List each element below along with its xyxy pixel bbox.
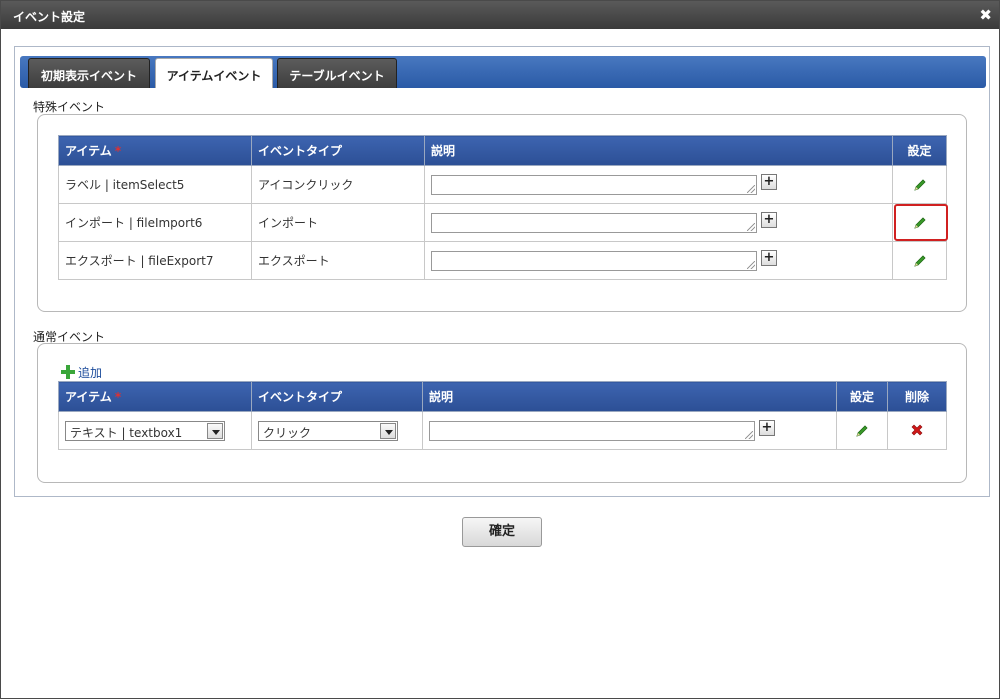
table-row: ラベル | itemSelect5 アイコンクリック + xyxy=(58,165,947,204)
chevron-down-icon[interactable] xyxy=(380,422,396,439)
pencil-edit-icon[interactable] xyxy=(912,253,928,269)
event-type-select[interactable]: クリック xyxy=(258,420,398,441)
resize-grip-icon[interactable] xyxy=(747,260,755,269)
header-item: アイテム * xyxy=(58,381,252,412)
settings-cell xyxy=(892,165,947,204)
settings-cell xyxy=(892,241,947,280)
description-cell: + xyxy=(422,411,837,450)
settings-cell xyxy=(836,411,888,450)
close-icon[interactable]: ✖ xyxy=(979,6,992,24)
description-textarea[interactable] xyxy=(431,250,757,271)
event-type-cell: クリック xyxy=(251,411,423,450)
header-settings: 設定 xyxy=(836,381,888,412)
settings-highlight-box xyxy=(894,204,948,241)
tab-table-event[interactable]: テーブルイベント xyxy=(277,58,397,88)
delete-cell xyxy=(887,411,947,450)
header-event-type: イベントタイプ xyxy=(251,135,425,166)
header-event-type: イベントタイプ xyxy=(251,381,423,412)
expand-plus-button[interactable]: + xyxy=(761,211,777,228)
description-cell: + xyxy=(424,203,893,242)
header-delete: 削除 xyxy=(887,381,947,412)
add-event-link[interactable]: 追加 xyxy=(61,364,102,381)
tab-bar: 初期表示イベント アイテムイベント テーブルイベント xyxy=(20,56,986,88)
description-textarea[interactable] xyxy=(429,420,755,441)
chevron-down-icon[interactable] xyxy=(207,422,223,439)
event-type-cell: インポート xyxy=(251,203,425,242)
expand-plus-button[interactable]: + xyxy=(761,173,777,190)
special-events-table: アイテム * イベントタイプ 説明 設定 ラベル | itemSelect5 アイ… xyxy=(58,135,947,280)
description-cell: + xyxy=(424,165,893,204)
header-description: 説明 xyxy=(424,135,893,166)
special-events-header-row: アイテム * イベントタイプ 説明 設定 xyxy=(58,135,947,166)
confirm-button[interactable]: 確定 xyxy=(462,517,542,547)
normal-events-header-row: アイテム * イベントタイプ 説明 設定 削除 xyxy=(58,381,947,412)
table-row: テキスト | textbox1 クリック + xyxy=(58,411,947,450)
tab-panel: 初期表示イベント アイテムイベント テーブルイベント 特殊イベント アイテム * … xyxy=(14,46,990,497)
item-cell: ラベル | itemSelect5 xyxy=(58,165,252,204)
event-type-cell: エクスポート xyxy=(251,241,425,280)
header-description: 説明 xyxy=(422,381,837,412)
normal-events-table: アイテム* イベントタイプ 説明 設定 削除 テキスト | textbox1 xyxy=(58,381,947,450)
resize-grip-icon[interactable] xyxy=(747,222,755,231)
event-type-cell: アイコンクリック xyxy=(251,165,425,204)
header-settings: 設定 xyxy=(892,135,947,166)
header-item: アイテム * xyxy=(58,135,252,166)
dialog-title: イベント設定 xyxy=(13,10,86,24)
description-textarea[interactable] xyxy=(431,174,757,195)
item-cell: テキスト | textbox1 xyxy=(58,411,252,450)
description-textarea[interactable] xyxy=(431,212,757,233)
resize-grip-icon[interactable] xyxy=(747,184,755,193)
expand-plus-button[interactable]: + xyxy=(761,249,777,266)
tab-item-event[interactable]: アイテムイベント xyxy=(155,58,273,88)
add-plus-icon xyxy=(61,365,75,379)
table-row: インポート | fileImport6 インポート + xyxy=(58,203,947,242)
description-cell: + xyxy=(424,241,893,280)
pencil-edit-icon[interactable] xyxy=(912,177,928,193)
item-cell: エクスポート | fileExport7 xyxy=(58,241,252,280)
pencil-edit-icon[interactable] xyxy=(854,423,870,439)
item-select[interactable]: テキスト | textbox1 xyxy=(65,420,225,441)
table-row: エクスポート | fileExport7 エクスポート + xyxy=(58,241,947,280)
item-cell: インポート | fileImport6 xyxy=(58,203,252,242)
dialog-titlebar: イベント設定 ✖ xyxy=(1,1,999,29)
resize-grip-icon[interactable] xyxy=(745,430,753,439)
expand-plus-button[interactable]: + xyxy=(759,419,775,436)
event-settings-dialog: イベント設定 ✖ 初期表示イベント アイテムイベント テーブルイベント 特殊イベ… xyxy=(0,0,1000,699)
tab-initial-display-event[interactable]: 初期表示イベント xyxy=(28,58,150,88)
special-events-legend: 特殊イベント xyxy=(33,100,106,114)
delete-x-icon[interactable] xyxy=(909,423,925,439)
